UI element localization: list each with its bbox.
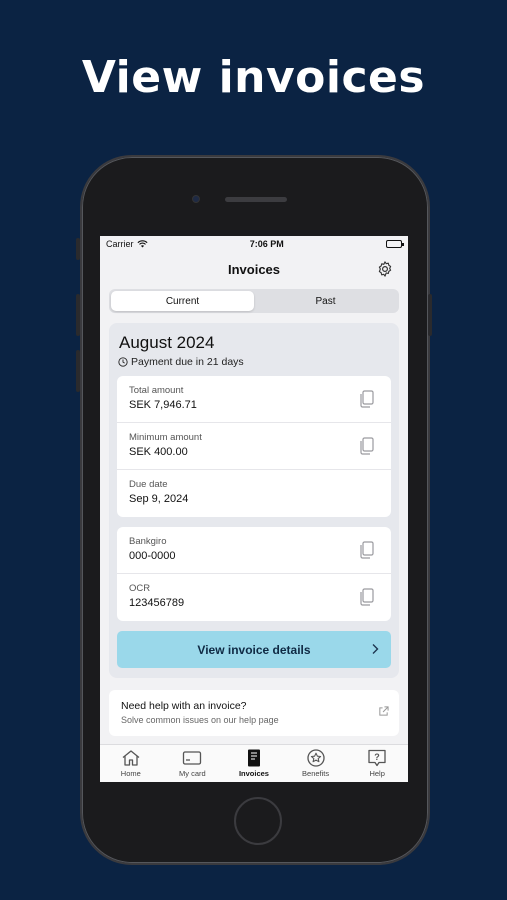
external-link-icon — [379, 706, 389, 716]
total-amount-row: Total amount SEK 7,946.71 — [117, 376, 391, 423]
invoice-period-segmented-control: Current Past — [109, 289, 399, 313]
battery-icon — [386, 240, 404, 248]
app-screen: Carrier 7:06 PM Invoices Current Past Au… — [100, 236, 408, 782]
power-button — [428, 294, 432, 336]
tab-my-card[interactable]: My card — [162, 745, 224, 782]
total-amount-value: SEK 7,946.71 — [129, 399, 197, 411]
volume-down-button — [76, 350, 80, 392]
mute-switch — [76, 238, 80, 260]
copy-icon[interactable] — [359, 437, 375, 455]
amounts-group: Total amount SEK 7,946.71 Minimum amount… — [117, 376, 391, 517]
invoice-month: August 2024 — [119, 333, 215, 352]
tab-my-card-label: My card — [179, 769, 206, 778]
home-button[interactable] — [234, 797, 282, 845]
tab-home[interactable]: Home — [100, 745, 162, 782]
chevron-right-icon — [372, 644, 379, 654]
payment-due-line: Payment due in 21 days — [118, 356, 391, 368]
minimum-amount-label: Minimum amount — [129, 432, 202, 443]
copy-icon[interactable] — [359, 390, 375, 408]
earpiece-speaker — [225, 197, 287, 202]
card-icon — [183, 751, 202, 765]
home-icon — [122, 750, 140, 766]
tab-home-label: Home — [120, 769, 141, 778]
payment-details-group: Bankgiro 000-0000 OCR 123456789 — [117, 527, 391, 621]
star-icon — [306, 749, 325, 767]
tab-benefits-label: Benefits — [302, 769, 330, 778]
volume-up-button — [76, 294, 80, 336]
segment-past[interactable]: Past — [254, 291, 397, 311]
minimum-amount-row: Minimum amount SEK 400.00 — [117, 423, 391, 470]
tab-help[interactable]: ? Help — [346, 745, 408, 782]
ocr-value: 123456789 — [129, 597, 185, 609]
tab-benefits[interactable]: Benefits — [285, 745, 347, 782]
tab-invoices[interactable]: Invoices — [223, 745, 285, 782]
wifi-icon — [136, 240, 148, 248]
clock-icon — [118, 357, 128, 367]
nav-bar: Invoices — [100, 252, 408, 286]
help-link-card[interactable]: Need help with an invoice? Solve common … — [109, 690, 399, 736]
clock-time: 7:06 PM — [249, 239, 284, 249]
page-title: Invoices — [227, 261, 281, 277]
front-camera — [192, 195, 200, 203]
segment-current[interactable]: Current — [111, 291, 254, 311]
minimum-amount-value: SEK 400.00 — [129, 446, 188, 458]
due-date-label: Due date — [129, 479, 168, 490]
invoice-icon — [247, 749, 260, 767]
view-invoice-details-label: View invoice details — [197, 642, 311, 657]
bankgiro-row: Bankgiro 000-0000 — [117, 527, 391, 574]
ocr-label: OCR — [129, 583, 151, 594]
copy-icon[interactable] — [359, 541, 375, 559]
carrier-label: Carrier — [106, 239, 134, 249]
help-subtitle: Solve common issues on our help page — [121, 715, 279, 725]
headline: View invoices — [81, 52, 426, 103]
gear-icon[interactable] — [376, 260, 394, 278]
help-icon: ? — [368, 749, 386, 767]
bankgiro-value: 000-0000 — [129, 550, 176, 562]
bankgiro-label: Bankgiro — [129, 536, 167, 547]
tab-invoices-label: Invoices — [238, 769, 269, 778]
due-date-value: Sep 9, 2024 — [129, 493, 189, 505]
status-bar: Carrier 7:06 PM — [100, 236, 408, 252]
svg-text:?: ? — [374, 752, 380, 762]
payment-due-text: Payment due in 21 days — [131, 356, 244, 368]
ocr-row: OCR 123456789 — [117, 574, 391, 621]
total-amount-label: Total amount — [129, 385, 184, 396]
tab-help-label: Help — [369, 769, 385, 778]
help-title: Need help with an invoice? — [121, 700, 247, 712]
invoice-card: August 2024 Payment due in 21 days Total… — [109, 323, 399, 678]
tab-bar: Home My card Invoices Benefits ? Help — [100, 744, 408, 782]
copy-icon[interactable] — [359, 588, 375, 606]
view-invoice-details-button[interactable]: View invoice details — [117, 631, 391, 668]
due-date-row: Due date Sep 9, 2024 — [117, 470, 391, 517]
